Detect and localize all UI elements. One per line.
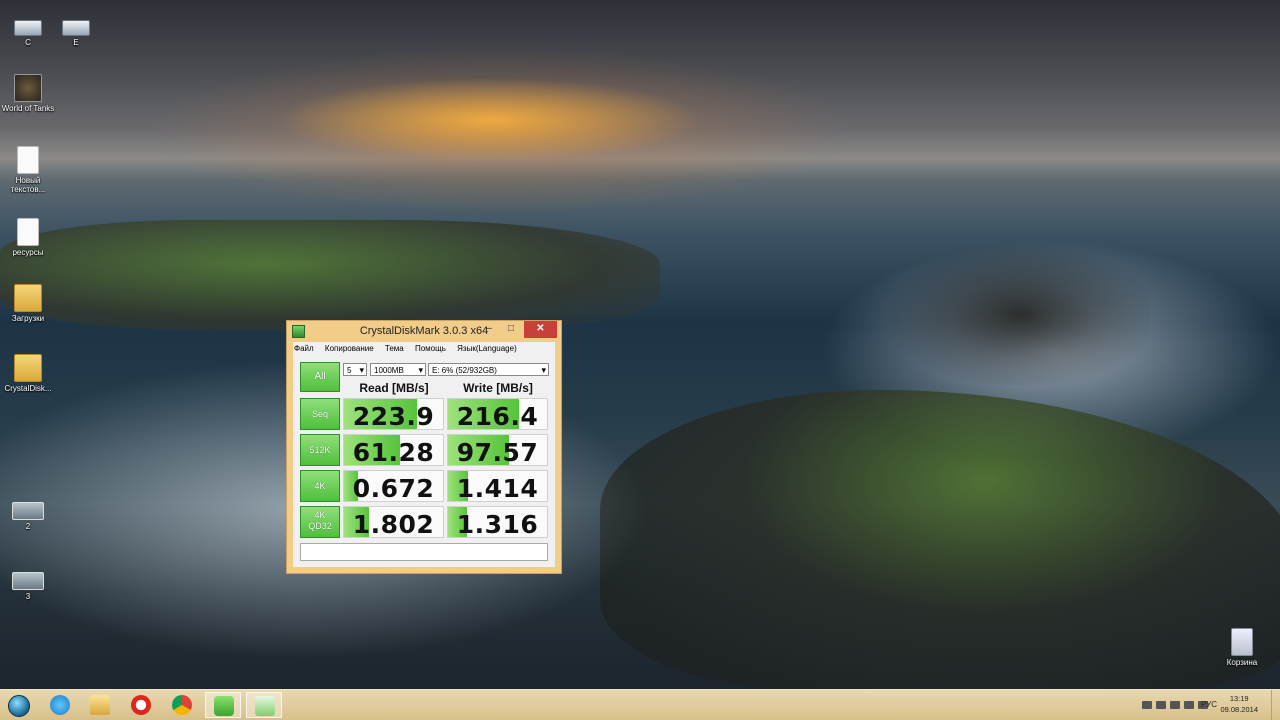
crystaldiskmark-icon — [255, 696, 275, 716]
close-button[interactable]: ✕ — [524, 321, 557, 338]
chrome-icon — [172, 695, 192, 715]
4k-write-value: 1.414 — [456, 474, 539, 502]
seq-read-value: 223.9 — [352, 402, 435, 430]
desktop-icon-label: CrystalDisk... — [4, 384, 52, 393]
taskbar-utorrent[interactable] — [205, 692, 241, 718]
drive-select[interactable]: E: 6% (52/932GB) — [428, 363, 549, 377]
clock-time: 13:19 — [1229, 694, 1249, 703]
taskbar-crystaldiskmark[interactable] — [246, 692, 282, 718]
read-header: Read [MB/s] — [359, 381, 429, 395]
4k-qd32-read-value: 1.802 — [352, 510, 435, 538]
minimize-button[interactable]: – — [477, 321, 501, 338]
world-of-tanks-icon — [14, 74, 42, 102]
4k-qd32-write-result: 1.316 — [447, 506, 548, 538]
seq-write-value: 216.4 — [456, 402, 539, 430]
runs-select[interactable]: 5 — [343, 363, 367, 377]
menu-file[interactable]: Файл — [294, 344, 314, 353]
menu-help[interactable]: Помощь — [415, 344, 446, 353]
wallpaper-rock — [890, 245, 1150, 385]
menu-bar: Файл Копирование Тема Помощь Язык(Langua… — [293, 342, 555, 356]
4k-write-result: 1.414 — [447, 470, 548, 502]
volume-icon[interactable] — [1184, 701, 1194, 709]
document-icon — [17, 218, 39, 246]
clock-date: 09.08.2014 — [1220, 705, 1258, 714]
drive-icon — [62, 20, 90, 36]
image-thumbnail-icon — [12, 572, 44, 590]
maximize-button[interactable]: □ — [499, 321, 523, 338]
folder-icon — [14, 354, 42, 382]
desktop-icon-label: World of Tanks — [1, 104, 55, 113]
text-document-icon — [17, 146, 39, 174]
desktop-icon-recycle-bin[interactable]: Корзина — [1214, 628, 1270, 667]
action-center-icon[interactable] — [1156, 701, 1166, 709]
utorrent-icon — [214, 696, 234, 716]
all-button[interactable]: All — [300, 362, 340, 392]
language-indicator[interactable]: РУС — [1201, 700, 1217, 709]
512k-write-value: 97.57 — [456, 438, 539, 466]
test-size-select[interactable]: 1000MB — [370, 363, 426, 377]
desktop-icon-downloads[interactable]: Загрузки — [0, 284, 56, 323]
seq-button[interactable]: Seq — [300, 398, 340, 430]
4k-qd32-write-value: 1.316 — [456, 510, 539, 538]
desktop-icon-drive-e[interactable]: E — [48, 14, 104, 47]
4k-read-result: 0.672 — [343, 470, 444, 502]
desktop-icon-image-2[interactable]: 2 — [0, 502, 56, 531]
comment-field[interactable] — [300, 543, 548, 561]
menu-theme[interactable]: Тема — [385, 344, 404, 353]
desktop-icon-new-text-file[interactable]: Новый текстов... — [0, 146, 56, 194]
show-desktop-button[interactable] — [1271, 690, 1280, 720]
desktop-icon-label: 2 — [25, 522, 31, 531]
system-tray: РУС 13:19 09.08.2014 — [1140, 690, 1280, 720]
opera-icon — [131, 695, 151, 715]
recycle-bin-icon — [1231, 628, 1253, 656]
512k-write-result: 97.57 — [447, 434, 548, 466]
4k-read-value: 0.672 — [352, 474, 435, 502]
menu-copy[interactable]: Копирование — [325, 344, 374, 353]
512k-read-result: 61.28 — [343, 434, 444, 466]
desktop-icon-label: Корзина — [1226, 658, 1258, 667]
downloads-folder-icon — [14, 284, 42, 312]
wallpaper-rock — [0, 220, 660, 330]
menu-language[interactable]: Язык(Language) — [457, 344, 517, 353]
image-thumbnail-icon — [12, 502, 44, 520]
clock[interactable]: 13:19 09.08.2014 — [1220, 693, 1258, 715]
windows-start-icon — [8, 695, 30, 717]
taskbar-internet-explorer[interactable] — [42, 692, 78, 718]
start-button[interactable] — [0, 692, 36, 718]
network-icon[interactable] — [1170, 701, 1180, 709]
512k-button[interactable]: 512K — [300, 434, 340, 466]
taskbar: РУС 13:19 09.08.2014 — [0, 689, 1280, 720]
file-explorer-icon — [90, 695, 110, 715]
desktop-icon-resources[interactable]: ресурсы — [0, 218, 56, 257]
taskbar-chrome[interactable] — [164, 692, 200, 718]
desktop-icon-label: 3 — [25, 592, 31, 601]
tray-chevron-icon[interactable] — [1142, 701, 1152, 709]
crystaldiskmark-window[interactable]: CrystalDiskMark 3.0.3 x64 – □ ✕ Файл Коп… — [286, 320, 562, 574]
4k-button[interactable]: 4K — [300, 470, 340, 502]
desktop-icon-label: E — [73, 38, 79, 47]
write-header: Write [MB/s] — [463, 381, 533, 395]
drive-icon — [14, 20, 42, 36]
4k-qd32-read-result: 1.802 — [343, 506, 444, 538]
taskbar-opera[interactable] — [123, 692, 159, 718]
taskbar-file-explorer[interactable] — [82, 692, 118, 718]
4k-qd32-button[interactable]: 4K QD32 — [300, 506, 340, 538]
desktop-icon-crystaldisk-folder[interactable]: CrystalDisk... — [0, 354, 56, 393]
seq-write-result: 216.4 — [447, 398, 548, 430]
desktop-icon-label: Новый текстов... — [10, 176, 46, 194]
desktop-icon-label: Загрузки — [11, 314, 45, 323]
window-client: Файл Копирование Тема Помощь Язык(Langua… — [293, 342, 555, 567]
title-bar[interactable]: CrystalDiskMark 3.0.3 x64 – □ ✕ — [287, 321, 561, 341]
desktop-icon-image-3[interactable]: 3 — [0, 572, 56, 601]
internet-explorer-icon — [50, 695, 70, 715]
desktop-icon-label: ресурсы — [12, 248, 44, 257]
desktop-icon-world-of-tanks[interactable]: World of Tanks — [0, 74, 56, 113]
seq-read-result: 223.9 — [343, 398, 444, 430]
512k-read-value: 61.28 — [352, 438, 435, 466]
